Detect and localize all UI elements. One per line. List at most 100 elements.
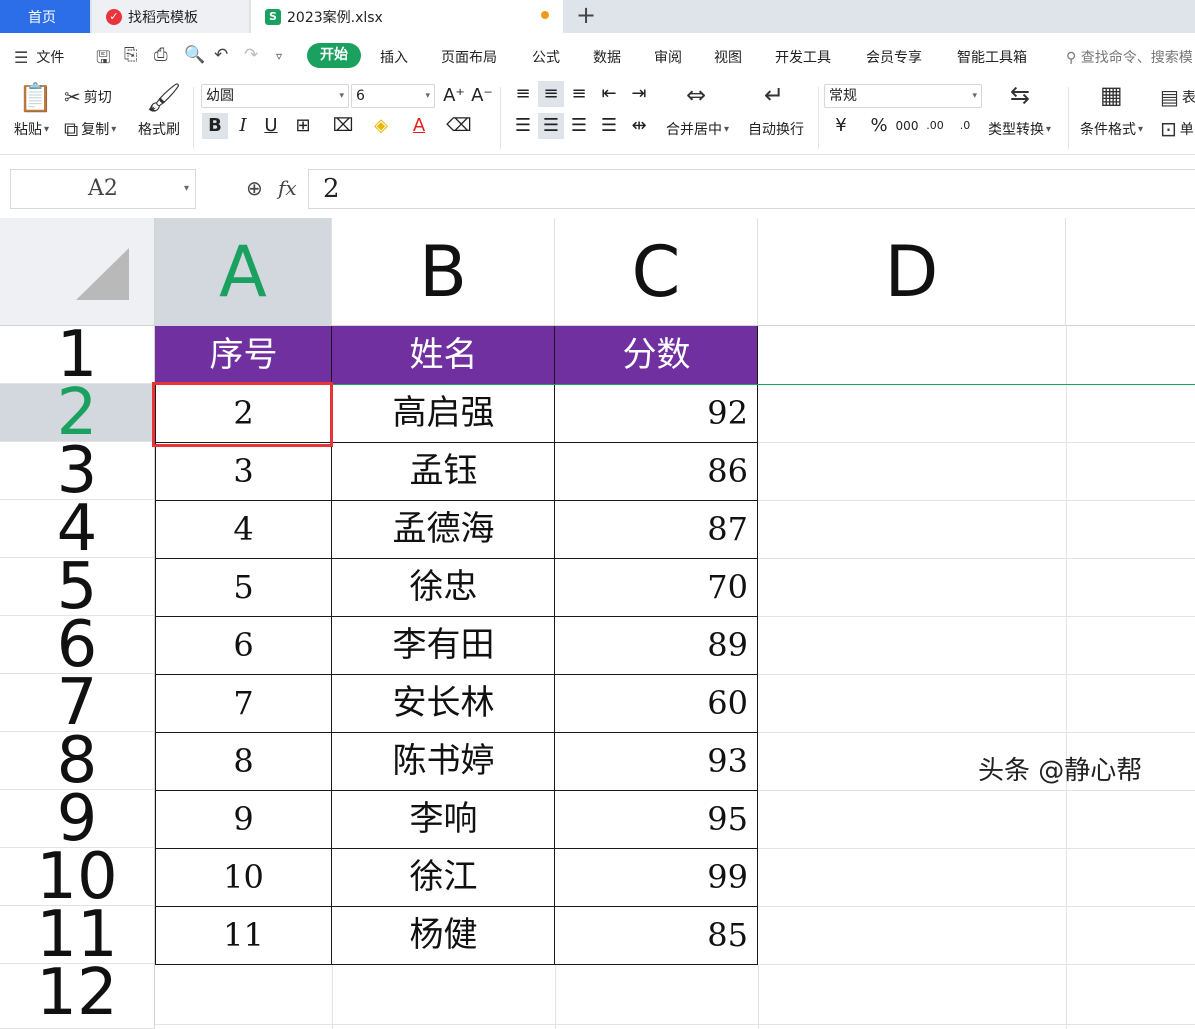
tab-find-template[interactable]: ✓ 找稻壳模板 [92, 0, 249, 33]
column-header-b[interactable]: B [332, 218, 555, 326]
zoom-lookup-icon[interactable]: ⊕ [246, 176, 263, 200]
table-cell[interactable]: 徐江 [332, 848, 555, 906]
table-style-button[interactable]: ▤ 表 [1160, 85, 1195, 109]
menu-page-layout[interactable]: 页面布局 [441, 47, 497, 67]
print-preview-icon[interactable]: 🔍 [184, 45, 205, 65]
borders-icon[interactable]: ⊞ [290, 113, 316, 139]
name-box[interactable]: A2 ▾ [10, 169, 196, 209]
number-format-select[interactable]: 常规 ▾ [824, 84, 982, 108]
cell-style-icon[interactable]: ⌧ [330, 113, 356, 139]
row-header-12[interactable]: 12 [0, 964, 155, 1029]
font-size-select[interactable]: 6 ▾ [351, 84, 435, 108]
percent-icon[interactable]: % [866, 113, 892, 139]
menu-insert[interactable]: 插入 [380, 47, 408, 67]
file-menu[interactable]: ☰ 文件 [14, 47, 64, 67]
table-cell[interactable]: 10 [155, 848, 332, 906]
tab-workbook[interactable]: S 2023案例.xlsx [251, 0, 563, 33]
table-cell[interactable]: 92 [555, 384, 758, 442]
row-header-9[interactable]: 9 [0, 790, 155, 848]
font-color-icon[interactable]: A [406, 113, 432, 139]
wrap-text-button[interactable]: 自动换行 [748, 119, 804, 139]
table-cell[interactable]: 李有田 [332, 616, 555, 674]
type-convert-button[interactable]: 类型转换 ▾ [988, 119, 1051, 139]
wrap-text-icon[interactable]: ↵ [764, 81, 784, 109]
menu-review[interactable]: 审阅 [654, 47, 682, 67]
underline-icon[interactable]: U [258, 113, 284, 139]
table-cell[interactable]: 3 [155, 442, 332, 500]
table-cell[interactable]: 9 [155, 790, 332, 848]
table-cell[interactable]: 6 [155, 616, 332, 674]
table-cell[interactable]: 60 [555, 674, 758, 732]
table-cell[interactable]: 93 [555, 732, 758, 790]
table-cell[interactable]: 85 [555, 906, 758, 964]
row-header-3[interactable]: 3 [0, 442, 155, 500]
table-cell[interactable]: 95 [555, 790, 758, 848]
clear-format-icon[interactable]: ⌫ [446, 113, 472, 139]
justify-icon[interactable]: ☰ [596, 113, 622, 139]
worksheet-grid[interactable]: A B C D 1 2 3 4 5 6 7 8 9 10 11 12 序号 姓名… [0, 218, 1195, 1029]
decrease-font-icon[interactable]: A⁻ [469, 83, 495, 109]
table-cell[interactable]: 11 [155, 906, 332, 964]
new-tab-plus-icon[interactable]: + [572, 0, 600, 33]
currency-icon[interactable]: ¥ [828, 113, 854, 139]
table-cell[interactable]: 徐忠 [332, 558, 555, 616]
menu-smart-toolbox[interactable]: 智能工具箱 [957, 47, 1027, 67]
column-header-c[interactable]: C [555, 218, 758, 326]
decrease-decimal-icon[interactable]: .0 [952, 113, 978, 139]
tab-home[interactable]: 首页 [0, 0, 90, 33]
cell-button[interactable]: ⊡ 单 [1160, 117, 1194, 141]
align-top-icon[interactable]: ≡ [510, 81, 536, 107]
table-cell[interactable]: 安长林 [332, 674, 555, 732]
header-cell-name[interactable]: 姓名 [332, 326, 555, 384]
table-cell[interactable]: 高启强 [332, 384, 555, 442]
cut-button[interactable]: ✂ 剪切 [64, 85, 112, 109]
formula-input[interactable]: 2 [308, 169, 1195, 209]
menu-home[interactable]: 开始 [307, 43, 361, 68]
merge-center-icon[interactable]: ⇔ [686, 81, 706, 109]
undo-icon[interactable]: ↶ [214, 45, 228, 65]
italic-icon[interactable]: I [230, 113, 256, 139]
header-cell-index[interactable]: 序号 [155, 326, 332, 384]
table-cell[interactable]: 89 [555, 616, 758, 674]
row-header-4[interactable]: 4 [0, 500, 155, 558]
table-cell[interactable]: 杨健 [332, 906, 555, 964]
table-cell[interactable]: 5 [155, 558, 332, 616]
paste-button[interactable]: 粘贴 ▾ [14, 119, 49, 139]
redo-icon[interactable]: ↷ [244, 45, 258, 65]
row-header-11[interactable]: 11 [0, 906, 155, 964]
table-cell[interactable]: 陈书婷 [332, 732, 555, 790]
table-cell[interactable]: 4 [155, 500, 332, 558]
menu-developer[interactable]: 开发工具 [775, 47, 831, 67]
column-header-a[interactable]: A [155, 218, 332, 326]
row-header-2[interactable]: 2 [0, 384, 155, 442]
column-header-e[interactable] [1066, 218, 1195, 326]
font-name-select[interactable]: 幼圆 ▾ [201, 84, 349, 108]
paste-icon[interactable]: 📋 [18, 81, 53, 114]
row-header-5[interactable]: 5 [0, 558, 155, 616]
header-cell-score[interactable]: 分数 [555, 326, 758, 384]
row-header-6[interactable]: 6 [0, 616, 155, 674]
active-cell-a2[interactable] [152, 382, 333, 447]
table-cell[interactable]: 孟钰 [332, 442, 555, 500]
menu-view[interactable]: 视图 [714, 47, 742, 67]
format-painter-button[interactable]: 格式刷 [138, 119, 180, 139]
table-cell[interactable]: 70 [555, 558, 758, 616]
thousands-icon[interactable]: 000 [894, 113, 920, 139]
column-header-d[interactable]: D [758, 218, 1066, 326]
export-icon[interactable]: ⎘ [124, 45, 138, 65]
menu-member[interactable]: 会员专享 [866, 47, 922, 67]
row-header-10[interactable]: 10 [0, 848, 155, 906]
table-cell[interactable]: 86 [555, 442, 758, 500]
distributed-align-icon[interactable]: ⇹ [626, 113, 652, 139]
type-convert-icon[interactable]: ⇆ [1010, 81, 1030, 109]
table-cell[interactable]: 87 [555, 500, 758, 558]
insert-function-button[interactable]: fx [278, 176, 297, 200]
align-middle-icon[interactable]: ≡ [538, 81, 564, 107]
copy-button[interactable]: ⧉ 复制 ▾ [64, 117, 116, 141]
increase-indent-icon[interactable]: ⇥ [626, 81, 652, 107]
merge-center-button[interactable]: 合并居中 ▾ [666, 119, 729, 139]
save-icon[interactable]: 🖫 [96, 45, 110, 74]
quick-access-more-icon[interactable]: ▿ [276, 49, 282, 63]
table-cell[interactable]: 孟德海 [332, 500, 555, 558]
row-header-7[interactable]: 7 [0, 674, 155, 732]
